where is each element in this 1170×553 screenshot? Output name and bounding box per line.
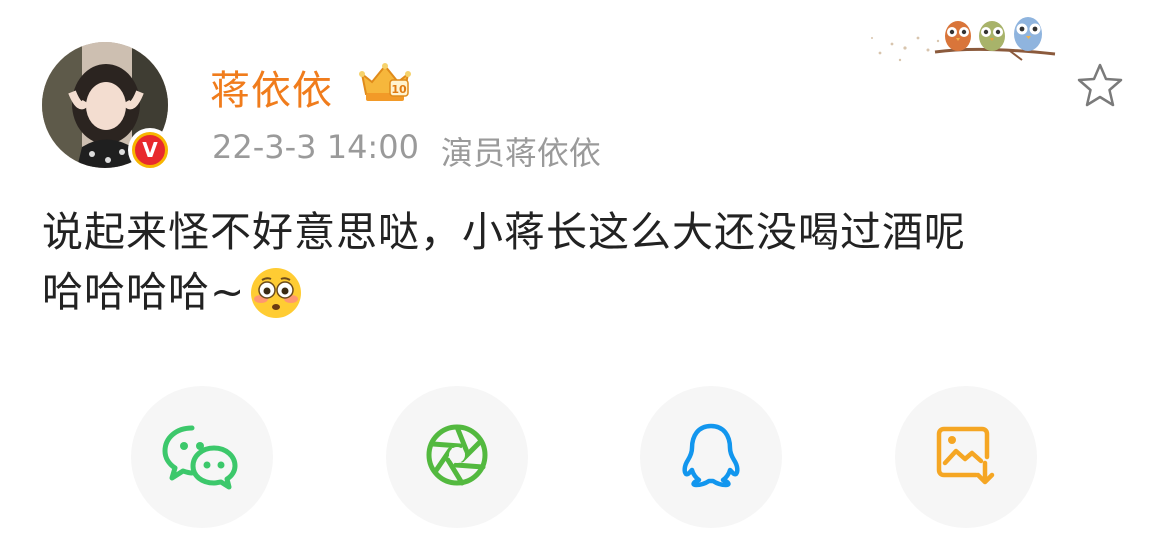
owls-decoration bbox=[860, 8, 1070, 82]
post-content: 说起来怪不好意思哒，小蒋长这么大还没喝过酒呢 哈哈哈哈~ bbox=[42, 202, 1132, 336]
svg-text:10: 10 bbox=[391, 83, 407, 96]
save-image-icon bbox=[934, 423, 998, 491]
save-image-button[interactable] bbox=[895, 386, 1037, 528]
wechat-share-button[interactable] bbox=[131, 386, 273, 528]
post-text-line-2: 哈哈哈哈~ bbox=[42, 268, 246, 316]
post-text-line-1: 说起来怪不好意思哒，小蒋长这么大还没喝过酒呢 bbox=[42, 208, 966, 256]
post-source[interactable]: 演员蒋依依 bbox=[441, 128, 601, 174]
verified-v-mark: V bbox=[132, 132, 168, 168]
author-name[interactable]: 蒋依依 bbox=[210, 58, 333, 116]
star-icon[interactable] bbox=[1075, 62, 1125, 114]
moments-share-button[interactable] bbox=[386, 386, 528, 528]
flushed-face-emoji bbox=[249, 266, 303, 336]
moments-share-icon bbox=[424, 422, 490, 492]
verified-badge: V bbox=[128, 128, 172, 172]
wechat-share-icon bbox=[162, 420, 242, 494]
qq-share-button[interactable] bbox=[640, 386, 782, 528]
qq-share-icon bbox=[679, 422, 743, 492]
post-meta: 22-3-3 14:00 演员蒋依依 bbox=[212, 128, 601, 174]
post-timestamp: 22-3-3 14:00 bbox=[212, 128, 419, 166]
crown-badge-icon[interactable]: 10 bbox=[356, 60, 414, 108]
